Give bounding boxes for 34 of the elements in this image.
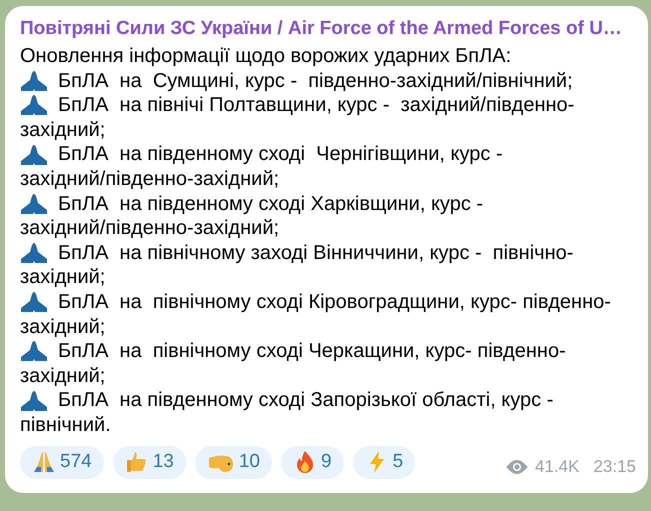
message-line: БпЛА на північі Полтавщини, курс - західний/південно- [58,93,574,118]
message-text: Оновлення інформації щодо ворожих ударних БпЛА: [20,44,512,69]
drone-icon [20,192,48,215]
message-line: західний; [20,265,106,290]
reaction-button[interactable]: 10 [194,446,272,478]
eye-icon [505,458,530,474]
reaction-button[interactable]: 9 [280,446,344,478]
message-line: БпЛА на південному сході Запорізької області, курс - [58,388,554,413]
message-line: БпЛА на північному заході Вінниччини, курс - північно- [58,240,574,266]
reaction-button[interactable]: 13 [112,446,186,478]
reaction-button[interactable]: 5 [352,446,416,478]
message-line: західний; [20,364,106,388]
drone-icon [20,144,48,166]
message-line: західний/південно-західний; [20,216,280,241]
message-line: західний/південно-західний; [20,166,280,192]
praying-hands-icon [32,450,56,474]
message-time: 23:15 [593,456,636,476]
drone-icon [20,340,48,362]
message-line: БпЛА на північному сході Черкащини, курс- південно- [58,339,566,364]
message-line: БпЛА на південному сході Харківщини, курс - [58,192,484,216]
drone-icon [20,242,48,264]
message-line: західний; [20,314,106,340]
message-line: БпЛА на північному сході Кіровоградщини, курс- південно- [58,290,611,315]
message-line: БпЛА на південному сході Чернігівщини, курс - [58,142,503,167]
reaction-button[interactable]: 574 [20,446,104,478]
message-line: західний; [20,118,106,142]
view-count: 41.4K [535,456,580,476]
drone-icon [20,70,48,92]
drone-icon [20,390,48,412]
message-line: північний. [20,412,111,438]
message-line: БпЛА на Сумщині, курс - південно-західний/північний; [58,68,573,94]
drone-icon [20,94,48,116]
channel-name[interactable]: Повітряні Сили ЗС України / Air Force of the Armed Forces of U… [20,16,636,42]
drone-icon [20,291,48,314]
